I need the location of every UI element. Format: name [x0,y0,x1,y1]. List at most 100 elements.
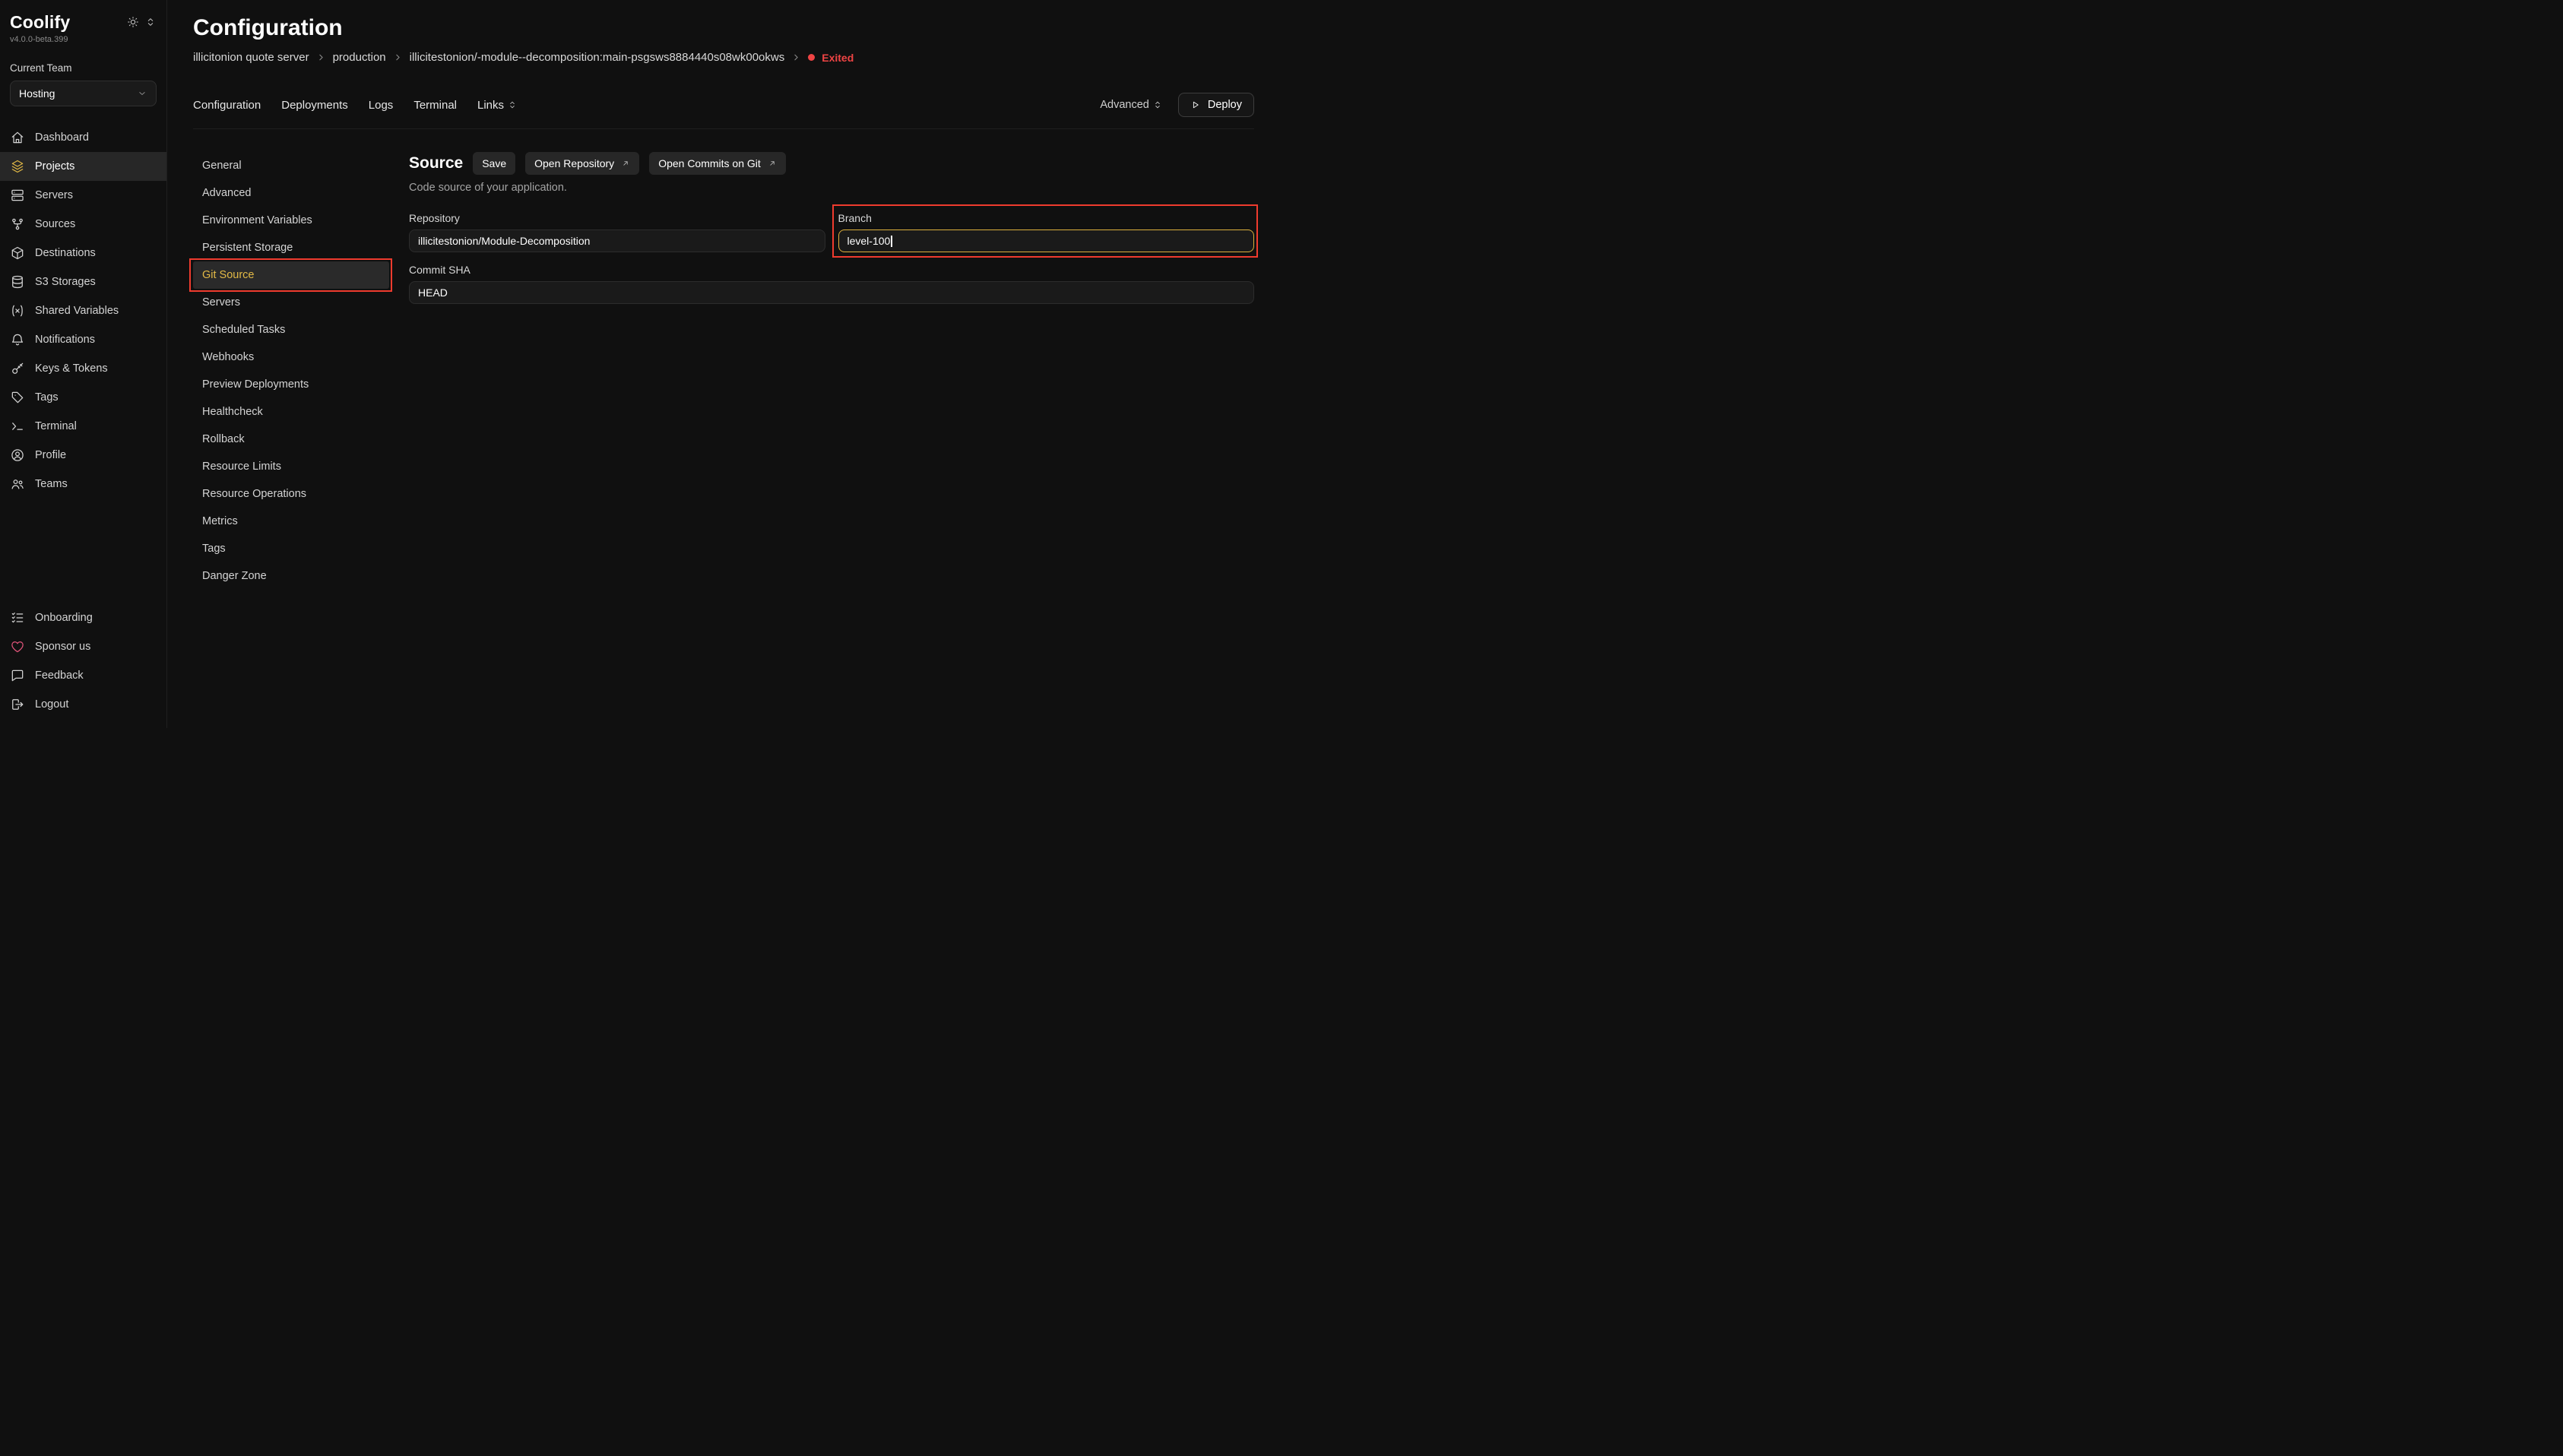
sidebar-item-servers[interactable]: Servers [0,181,166,210]
sidebar-item-label: Sponsor us [35,641,90,653]
sidebar-item-label: Keys & Tokens [35,362,108,375]
subnav-resource-operations[interactable]: Resource Operations [193,480,389,508]
branch-label: Branch [838,212,1255,224]
open-repository-button[interactable]: Open Repository [525,152,639,175]
sidebar-item-label: Tags [35,391,59,404]
status-text: Exited [822,52,854,64]
key-icon [10,361,25,376]
server-icon [10,188,25,203]
sidebar-item-keys-tokens[interactable]: Keys & Tokens [0,354,166,383]
sidebar-footer-nav: Onboarding Sponsor us Feedback Logout [0,603,166,719]
save-button[interactable]: Save [473,152,515,175]
subnav-preview-deployments[interactable]: Preview Deployments [193,371,389,398]
main-area: Configuration illicitonion quote server … [167,0,1282,728]
sidebar-item-label: Projects [35,160,74,173]
subnav-healthcheck[interactable]: Healthcheck [193,398,389,426]
sidebar-item-teams[interactable]: Teams [0,470,166,499]
subnav-environment-variables[interactable]: Environment Variables [193,207,389,234]
app-logo: Coolify [10,12,70,33]
sidebar-item-sponsor-us[interactable]: Sponsor us [0,632,166,661]
advanced-menu[interactable]: Advanced [1100,99,1163,111]
subnav-resource-limits[interactable]: Resource Limits [193,453,389,480]
advanced-label: Advanced [1100,99,1149,111]
app-root: Coolify v4.0.0-beta.399 Current Team Hos… [0,0,1282,728]
source-form: Source Save Open Repository Open Commits… [409,152,1254,590]
external-link-icon [621,159,630,168]
subnav-advanced[interactable]: Advanced [193,179,389,207]
sidebar-item-destinations[interactable]: Destinations [0,239,166,267]
sidebar-item-onboarding[interactable]: Onboarding [0,603,166,632]
app-version: v4.0.0-beta.399 [0,33,166,44]
tab-terminal[interactable]: Terminal [413,99,457,112]
status-dot-icon [808,54,815,61]
subnav-metrics[interactable]: Metrics [193,508,389,535]
breadcrumb-project[interactable]: illicitonion quote server [193,51,309,64]
commit-sha-input[interactable]: HEAD [409,281,1254,304]
subnav-general[interactable]: General [193,152,389,179]
external-link-icon [768,159,777,168]
database-icon [10,274,25,290]
git-fork-icon [10,217,25,232]
chevron-right-icon [791,52,801,62]
tab-logs[interactable]: Logs [369,99,394,112]
branch-value: level-100 [847,235,891,247]
chevron-down-icon [137,88,147,99]
commit-sha-value: HEAD [418,286,448,299]
tab-deployments[interactable]: Deployments [281,99,348,112]
subnav-danger-zone[interactable]: Danger Zone [193,562,389,590]
subnav-servers[interactable]: Servers [193,289,389,316]
open-commits-button[interactable]: Open Commits on Git [649,152,786,175]
tab-bar: Configuration Deployments Logs Terminal … [193,93,1254,129]
tab-configuration[interactable]: Configuration [193,99,261,112]
sidebar-item-projects[interactable]: Projects [0,152,166,181]
subnav-git-source[interactable]: Git Source [193,261,389,289]
config-subnav: General Advanced Environment Variables P… [193,152,389,590]
subnav-rollback[interactable]: Rollback [193,426,389,453]
terminal-icon [10,419,25,434]
logout-icon [10,697,25,712]
logo-row: Coolify [0,12,166,33]
bell-icon [10,332,25,347]
sidebar-item-shared-variables[interactable]: Shared Variables [0,296,166,325]
sidebar-item-s3-storages[interactable]: S3 Storages [0,267,166,296]
current-team-label: Current Team [0,44,166,74]
subnav-tags[interactable]: Tags [193,535,389,562]
subnav-persistent-storage[interactable]: Persistent Storage [193,234,389,261]
cube-icon [10,245,25,261]
instance-selector-icon[interactable] [144,16,157,28]
sidebar-item-label: Sources [35,218,75,230]
sidebar-item-label: Terminal [35,420,77,432]
tab-links[interactable]: Links [477,99,518,112]
home-icon [10,130,25,145]
breadcrumb-application[interactable]: illicitestonion/-module--decomposition:m… [410,51,785,64]
sidebar-item-label: Notifications [35,334,95,346]
sidebar-item-feedback[interactable]: Feedback [0,661,166,690]
sidebar-item-terminal[interactable]: Terminal [0,412,166,441]
selector-icon [1152,100,1163,110]
source-subtitle: Code source of your application. [409,182,1254,194]
sidebar-item-dashboard[interactable]: Dashboard [0,123,166,152]
sidebar-nav: Dashboard Projects Servers Sources Desti… [0,123,166,499]
sidebar-item-label: S3 Storages [35,276,96,288]
subnav-scheduled-tasks[interactable]: Scheduled Tasks [193,316,389,343]
sidebar-item-profile[interactable]: Profile [0,441,166,470]
subnav-webhooks[interactable]: Webhooks [193,343,389,371]
theme-toggle-sun-icon[interactable] [127,16,139,28]
branch-input[interactable]: level-100 [838,229,1255,252]
deploy-button[interactable]: Deploy [1178,93,1254,117]
sidebar-item-label: Profile [35,449,66,461]
users-icon [10,476,25,492]
commit-sha-field: Commit SHA HEAD [409,264,1254,304]
repository-input[interactable]: illicitestonion/Module-Decomposition [409,229,825,252]
source-header: Source Save Open Repository Open Commits… [409,152,1254,175]
sidebar-item-tags[interactable]: Tags [0,383,166,412]
sidebar-item-sources[interactable]: Sources [0,210,166,239]
sidebar-item-logout[interactable]: Logout [0,690,166,719]
selector-icon [507,100,518,110]
team-select[interactable]: Hosting [10,81,157,106]
heart-icon [10,639,25,654]
sidebar-item-notifications[interactable]: Notifications [0,325,166,354]
breadcrumb-environment[interactable]: production [333,51,386,64]
sidebar-item-label: Teams [35,478,68,490]
variable-icon [10,303,25,318]
